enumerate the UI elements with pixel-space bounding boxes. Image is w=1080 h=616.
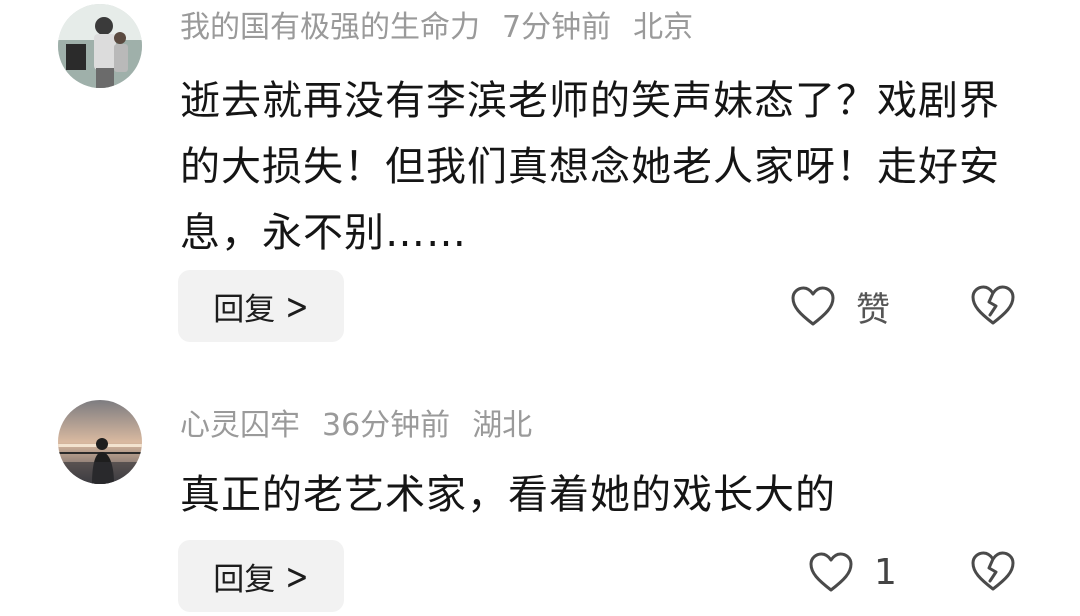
comment-text: 真正的老艺术家，看着她的戏长大的 — [180, 472, 836, 518]
comment-meta: 心灵囚牢 36分钟前 湖北 — [180, 406, 554, 446]
username[interactable]: 我的国有极强的生命力 — [180, 10, 480, 45]
like-button[interactable]: 1 — [808, 548, 897, 596]
like-button[interactable]: 赞 — [790, 282, 890, 330]
reply-label: 回复 — [213, 561, 276, 598]
location: 湖北 — [472, 408, 533, 443]
timestamp: 36分钟前 — [322, 408, 451, 443]
avatar[interactable] — [58, 400, 142, 484]
broken-heart-icon[interactable] — [970, 284, 1016, 326]
heart-outline-icon — [809, 552, 853, 592]
location: 北京 — [633, 10, 694, 45]
reply-button[interactable]: 回复 > — [178, 270, 344, 342]
like-label: 赞 — [856, 289, 890, 330]
heart-outline-icon — [791, 286, 835, 326]
comment-meta: 我的国有极强的生命力 7分钟前 北京 — [180, 8, 715, 48]
timestamp: 7分钟前 — [502, 10, 612, 45]
reply-label: 回复 — [213, 291, 276, 328]
like-count: 1 — [874, 551, 897, 593]
broken-heart-icon[interactable] — [970, 550, 1016, 592]
comment-text: 逝去就再没有李滨老师的笑声妹态了？戏剧界的大损失！但我们真想念她老人家呀！走好安… — [180, 78, 1000, 256]
username[interactable]: 心灵囚牢 — [180, 408, 300, 443]
chevron-right-icon: > — [285, 284, 309, 328]
avatar[interactable] — [58, 4, 142, 88]
reply-button[interactable]: 回复 > — [178, 540, 344, 612]
chevron-right-icon: > — [285, 554, 309, 598]
